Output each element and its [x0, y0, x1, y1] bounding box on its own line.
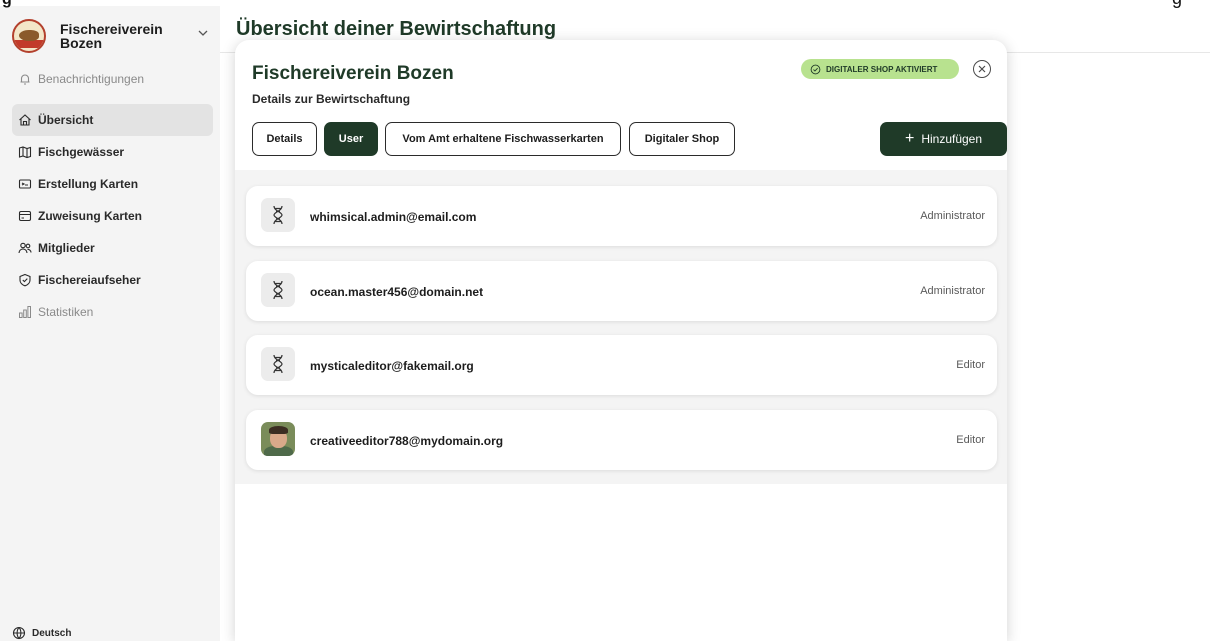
sidebar-item-zuweisung-karten[interactable]: Zuweisung Karten: [12, 200, 213, 232]
details-modal: Fischereiverein Bozen Details zur Bewirt…: [235, 40, 1007, 641]
user-list: whimsical.admin@email.com Administrator …: [235, 170, 1007, 484]
sidebar-item-label: Übersicht: [38, 113, 94, 127]
user-email: creativeeditor788@mydomain.org: [310, 434, 504, 448]
dna-icon: [261, 198, 295, 232]
shop-status-badge: DIGITALER SHOP AKTIVIERT: [801, 59, 959, 79]
user-role: Administrator: [920, 210, 985, 222]
sidebar: Fischereiverein Bozen Benachrichtigungen…: [0, 6, 220, 641]
map-icon: [18, 146, 32, 159]
nav-notifications[interactable]: Benachrichtigungen: [12, 65, 212, 93]
sidebar-item-label: Statistiken: [38, 305, 94, 319]
list-item[interactable]: ocean.master456@domain.net Administrator: [246, 261, 997, 321]
plus-icon: +: [904, 130, 915, 147]
org-name: Fischereiverein Bozen: [60, 21, 163, 51]
shop-status-label: DIGITALER SHOP AKTIVIERT: [826, 64, 938, 74]
globe-icon: [12, 626, 26, 640]
tab-details[interactable]: Details: [252, 122, 317, 156]
org-logo: [12, 19, 46, 53]
list-item[interactable]: whimsical.admin@email.com Administrator: [246, 186, 997, 246]
ticket-icon: [18, 179, 32, 189]
user-role: Editor: [956, 359, 985, 371]
sidebar-item-label: Zuweisung Karten: [38, 209, 143, 223]
sidebar-item-uebersicht[interactable]: Übersicht: [12, 104, 213, 136]
close-icon: [978, 65, 986, 73]
sidebar-item-label: Fischereiaufseher: [38, 273, 141, 287]
page-title: Übersicht deiner Bewirtschaftung: [236, 18, 557, 40]
nav-notifications-label: Benachrichtigungen: [38, 72, 145, 86]
tab-label: Digitaler Shop: [644, 133, 720, 145]
shield-icon: [19, 273, 31, 287]
sidebar-item-erstellung-karten[interactable]: Erstellung Karten: [12, 168, 213, 200]
sidebar-item-mitglieder[interactable]: Mitglieder: [12, 232, 213, 264]
check-circle-icon: [810, 64, 821, 74]
sidebar-item-fischereiaufseher[interactable]: Fischereiaufseher: [12, 264, 213, 296]
cropped-glyph-left: g: [2, 0, 12, 9]
user-email: ocean.master456@domain.net: [310, 285, 484, 299]
sidebar-item-statistiken[interactable]: Statistiken: [12, 296, 213, 328]
tab-user[interactable]: User: [324, 122, 378, 156]
user-email: mysticaleditor@fakemail.org: [310, 359, 474, 373]
home-icon: [19, 114, 31, 126]
dna-icon: [261, 347, 295, 381]
card-icon: [18, 210, 32, 222]
tab-label: Details: [266, 133, 303, 145]
top-strip: g g: [0, 0, 1210, 9]
org-switcher[interactable]: Fischereiverein Bozen: [12, 14, 212, 58]
nav-list: Übersicht Fischgewässer Erstellung Karte…: [12, 104, 213, 328]
modal-subtitle: Details zur Bewirtschaftung: [252, 92, 411, 106]
chevron-down-icon: [198, 30, 208, 36]
sidebar-item-label: Mitglieder: [38, 241, 95, 255]
language-switcher[interactable]: Deutsch: [12, 626, 71, 640]
add-button-label: Hinzufügen: [921, 132, 983, 146]
language-label: Deutsch: [32, 627, 72, 639]
chart-icon: [19, 306, 31, 318]
tab-label: Vom Amt erhaltene Fischwasserkarten: [402, 133, 604, 145]
dna-icon: [261, 273, 295, 307]
tab-label: User: [338, 133, 364, 145]
tab-vom-amt-erhaltene-fischwasserkarten[interactable]: Vom Amt erhaltene Fischwasserkarten: [385, 122, 621, 156]
cropped-glyph-right: g: [1172, 0, 1182, 9]
bell-icon: [20, 74, 30, 85]
sidebar-item-label: Erstellung Karten: [38, 177, 139, 191]
user-role: Editor: [956, 434, 985, 446]
sidebar-item-fischgewaesser[interactable]: Fischgewässer: [12, 136, 213, 168]
tab-digitaler-shop[interactable]: Digitaler Shop: [629, 122, 735, 156]
avatar: [261, 422, 295, 456]
users-icon: [18, 242, 32, 254]
add-user-button[interactable]: + Hinzufügen: [880, 122, 1007, 156]
list-item[interactable]: mysticaleditor@fakemail.org Editor: [246, 335, 997, 395]
user-role: Administrator: [920, 285, 985, 297]
close-button[interactable]: [973, 60, 991, 78]
app-window: g g Fischereiverein Bozen Benachrichtigu…: [0, 0, 1210, 641]
sidebar-item-label: Fischgewässer: [38, 145, 125, 159]
modal-title: Fischereiverein Bozen: [252, 63, 454, 84]
user-email: whimsical.admin@email.com: [310, 210, 477, 224]
list-item[interactable]: creativeeditor788@mydomain.org Editor: [246, 410, 997, 470]
